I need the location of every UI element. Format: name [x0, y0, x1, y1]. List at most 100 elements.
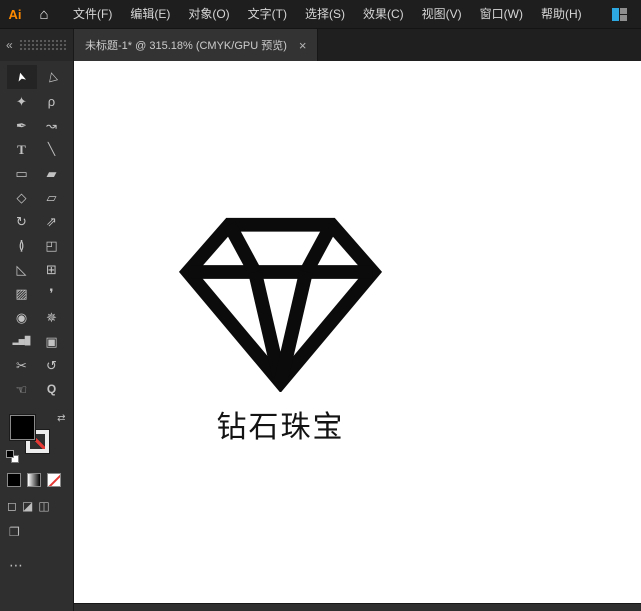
hand-tool-icon: ☜	[15, 381, 28, 397]
tool-symbol-sprayer[interactable]: ✵	[37, 305, 67, 329]
fill-stroke-widget: ⇄	[5, 413, 66, 463]
line-segment-tool-icon: ╲	[47, 142, 56, 156]
tool-eraser[interactable]: ▱	[37, 185, 67, 209]
menu-bar-container: Ai ⌂ 文件(F) 编辑(E) 对象(O) 文字(T) 选择(S) 效果(C) 视图(V)…	[0, 0, 641, 29]
tool-line-segment[interactable]: ╲	[37, 137, 67, 161]
draw-normal-button[interactable]: ◻	[7, 499, 17, 513]
menu-bar: 文件(F) 编辑(E) 对象(O) 文字(T) 选择(S) 效果(C) 视图(V) 窗口(W)…	[64, 0, 591, 28]
mesh-tool-icon: ⊞	[46, 261, 57, 277]
gradient-button[interactable]	[27, 473, 41, 487]
swap-fill-stroke-icon[interactable]: ⇄	[57, 413, 65, 424]
tool-magic-wand[interactable]: ✦	[7, 89, 37, 113]
type-tool-icon: T	[17, 141, 26, 157]
default-fill-swatch	[5, 450, 14, 458]
tool-curvature[interactable]: ↝	[37, 113, 67, 137]
draw-behind-button[interactable]: ◪	[22, 499, 33, 513]
tool-width[interactable]: ≬	[7, 233, 37, 257]
tool-rotate-view[interactable]: ↺	[37, 353, 67, 377]
tools-grid: ➤ ▷ ✦ ρ ✒ ↝ T ╲ ▭ ▰ ◇ ▱ ↻ ⇗ ≬ ◰ ◺ ⊞ ▨ ❜ ◉ ✵ ▂▅█ ▣ ✂ ↺ ☜ Q	[0, 65, 73, 401]
logo-text[interactable]: 钻石珠宝	[178, 402, 383, 446]
tool-rectangle[interactable]: ▭	[7, 161, 37, 185]
tab-close-icon[interactable]: ×	[299, 39, 307, 52]
free-transform-tool-icon: ◰	[45, 237, 58, 253]
column-graph-tool-icon: ▂▅█	[12, 336, 31, 345]
tool-artboard[interactable]: ▣	[37, 329, 67, 353]
menu-item-文件[interactable]: 文件(F)	[64, 0, 121, 28]
workspace-switcher-icon[interactable]	[612, 7, 627, 21]
document-tab-strip: 未标题-1* @ 315.18% (CMYK/GPU 预览) ×	[74, 29, 641, 61]
lasso-tool-icon: ρ	[47, 93, 56, 109]
tool-type[interactable]: T	[7, 137, 37, 161]
menu-item-窗口[interactable]: 窗口(W)	[471, 0, 532, 28]
rectangle-tool-icon: ▭	[15, 165, 28, 181]
tool-rotate[interactable]: ↻	[7, 209, 37, 233]
artwork-group[interactable]: 钻石珠宝	[178, 211, 383, 446]
draw-inside-button[interactable]: ◫	[38, 499, 49, 513]
panel-drag-grip[interactable]	[18, 39, 67, 51]
tool-eyedropper[interactable]: ❜	[37, 281, 67, 305]
workspace-switcher-pane	[612, 7, 619, 21]
edit-toolbar-button[interactable]: ⋯	[9, 557, 73, 574]
swatch-type-row	[7, 473, 73, 487]
tool-paintbrush[interactable]: ▰	[37, 161, 67, 185]
tool-free-transform[interactable]: ◰	[37, 233, 67, 257]
menu-item-效果[interactable]: 效果(C)	[354, 0, 413, 28]
direct-selection-tool-icon: ▷	[43, 70, 60, 84]
main-region: « ➤ ▷ ✦ ρ ✒ ↝ T ╲ ▭ ▰ ◇ ▱ ↻ ⇗ ≬ ◰ ◺ ⊞ ▨ ❜ ◉ ✵ ▂▅█ ▣ ✂ ↺ ☜ Q ⇄ ◻ ◪ ◫ ❐…	[0, 29, 641, 611]
zoom-tool-icon: Q	[46, 382, 57, 396]
tool-blend[interactable]: ◉	[7, 305, 37, 329]
workspace-switcher-pane	[620, 7, 627, 14]
menu-item-帮助[interactable]: 帮助(H)	[532, 0, 591, 28]
menu-item-对象[interactable]: 对象(O)	[179, 0, 238, 28]
default-fill-stroke-icon[interactable]	[5, 450, 19, 463]
eyedropper-tool-icon: ❜	[49, 285, 54, 301]
fill-swatch[interactable]	[9, 415, 35, 440]
menu-item-视图[interactable]: 视图(V)	[413, 0, 471, 28]
document-tab[interactable]: 未标题-1* @ 315.18% (CMYK/GPU 预览) ×	[74, 29, 319, 61]
scale-tool-icon: ⇗	[46, 213, 57, 229]
blend-tool-icon: ◉	[15, 309, 28, 325]
tool-direct-selection[interactable]: ▷	[37, 65, 67, 89]
tool-shaper[interactable]: ◇	[7, 185, 37, 209]
workspace-switcher-pane	[620, 14, 627, 21]
none-button[interactable]	[47, 473, 61, 487]
curvature-tool-icon: ↝	[46, 117, 57, 133]
app-logo: Ai	[8, 6, 22, 22]
canvas[interactable]: 钻石珠宝	[74, 61, 641, 603]
tool-gradient[interactable]: ▨	[7, 281, 37, 305]
gradient-tool-icon: ▨	[15, 285, 28, 301]
drawing-modes: ◻ ◪ ◫	[7, 499, 73, 513]
tool-lasso[interactable]: ρ	[37, 89, 67, 113]
tool-zoom[interactable]: Q	[37, 377, 67, 401]
collapse-panel-icon[interactable]: «	[6, 39, 13, 51]
tools-panel-header: «	[0, 29, 73, 61]
diamond-logo[interactable]	[178, 211, 383, 392]
tool-selection[interactable]: ➤	[6, 65, 37, 89]
rotate-tool-icon: ↻	[16, 213, 27, 229]
document-area: 未标题-1* @ 315.18% (CMYK/GPU 预览) × 钻石珠宝	[74, 29, 641, 611]
home-icon[interactable]: ⌂	[30, 0, 58, 28]
screen-mode-button[interactable]: ❐	[9, 525, 73, 539]
document-tab-title: 未标题-1* @ 315.18% (CMYK/GPU 预览)	[85, 40, 287, 52]
tool-mesh[interactable]: ⊞	[37, 257, 67, 281]
menu-item-文字[interactable]: 文字(T)	[239, 0, 296, 28]
eraser-tool-icon: ▱	[46, 189, 57, 205]
tool-scale[interactable]: ⇗	[37, 209, 67, 233]
artboard-tool-icon: ▣	[45, 333, 58, 349]
tool-pen[interactable]: ✒	[7, 113, 37, 137]
tools-panel: « ➤ ▷ ✦ ρ ✒ ↝ T ╲ ▭ ▰ ◇ ▱ ↻ ⇗ ≬ ◰ ◺ ⊞ ▨ ❜ ◉ ✵ ▂▅█ ▣ ✂ ↺ ☜ Q ⇄ ◻ ◪ ◫ ❐…	[0, 29, 74, 611]
width-tool-icon: ≬	[18, 237, 25, 253]
menu-item-选择[interactable]: 选择(S)	[296, 0, 354, 28]
tool-perspective-grid[interactable]: ◺	[7, 257, 37, 281]
tool-hand[interactable]: ☜	[7, 377, 37, 401]
slice-tool-icon: ✂	[16, 357, 27, 373]
shaper-tool-icon: ◇	[16, 189, 27, 205]
menu-item-编辑[interactable]: 编辑(E)	[121, 0, 179, 28]
paintbrush-tool-icon: ▰	[46, 165, 57, 181]
rotate-view-tool-icon: ↺	[46, 357, 57, 373]
perspective-grid-tool-icon: ◺	[16, 261, 27, 277]
tool-column-graph[interactable]: ▂▅█	[7, 329, 37, 353]
tool-slice[interactable]: ✂	[7, 353, 37, 377]
color-button[interactable]	[7, 473, 21, 487]
pen-tool-icon: ✒	[16, 117, 27, 133]
